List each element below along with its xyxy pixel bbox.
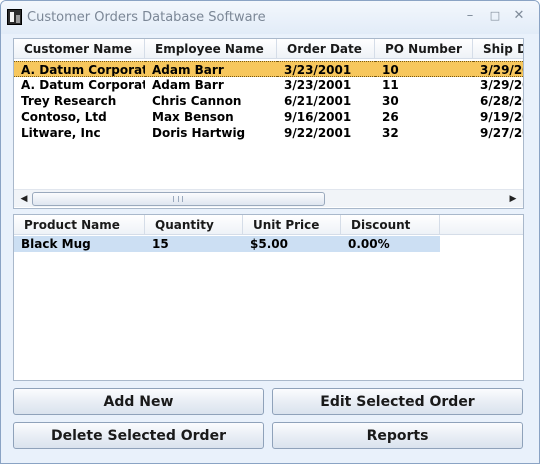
title-bar[interactable]: Customer Orders Database Software – □ ✕ [1,1,539,34]
edit-selected-order-button[interactable]: Edit Selected Order [272,388,523,415]
order-items-list[interactable]: Product Name Quantity Unit Price Discoun… [13,214,524,381]
column-header-employee-name[interactable]: Employee Name [145,39,277,59]
delete-selected-order-button[interactable]: Delete Selected Order [13,422,264,449]
cell-po-number: 32 [382,126,399,140]
cell-employee-name: Chris Cannon [152,94,242,108]
reports-button[interactable]: Reports [272,422,523,449]
cell-product-name: Black Mug [21,237,91,251]
minimize-icon[interactable]: – [461,7,479,25]
column-header-quantity[interactable]: Quantity [145,215,243,235]
column-header-ship-date[interactable]: Ship Date [473,39,523,59]
cell-order-date: 6/21/2001 [284,94,352,108]
cell-ship-date: 9/19/2001 [480,110,523,124]
column-header-customer-name[interactable]: Customer Name [14,39,145,59]
app-window: Customer Orders Database Software – □ ✕ … [0,0,540,464]
cell-employee-name: Adam Barr [145,61,277,77]
column-header-discount[interactable]: Discount [341,215,440,235]
add-new-button[interactable]: Add New [13,388,264,415]
order-items-header: Product Name Quantity Unit Price Discoun… [14,215,523,235]
table-row[interactable]: Black Mug 15 $5.00 0.00% [14,236,440,252]
cell-ship-date: 3/29/2001 [473,61,523,77]
table-row[interactable]: Trey Research Chris Cannon 6/21/2001 30 … [14,93,523,109]
cell-ship-date: 3/29/2001 [480,78,523,92]
cell-order-date: 9/16/2001 [284,110,352,124]
cell-po-number: 26 [382,110,399,124]
cell-order-date: 9/22/2001 [284,126,352,140]
cell-customer-name: Litware, Inc [21,126,101,140]
cell-ship-date: 9/27/2001 [480,126,523,140]
cell-customer-name: Contoso, Ltd [21,110,107,124]
cell-employee-name: Max Benson [152,110,234,124]
cell-employee-name: Doris Hartwig [152,126,246,140]
column-header-unit-price[interactable]: Unit Price [243,215,341,235]
cell-discount: 0.00% [348,237,390,251]
scroll-left-icon[interactable]: ◀ [18,193,30,205]
cell-order-date: 3/23/2001 [284,78,352,92]
column-header-po-number[interactable]: PO Number [375,39,473,59]
table-row[interactable]: Contoso, Ltd Max Benson 9/16/2001 26 9/1… [14,109,523,125]
cell-po-number: 10 [375,61,473,77]
cell-customer-name: A. Datum Corporation [21,78,145,92]
window-title: Customer Orders Database Software [27,10,266,25]
database-app-icon [7,9,22,25]
horizontal-scrollbar[interactable]: ◀ ▶ [14,189,523,207]
cell-unit-price: $5.00 [250,237,288,251]
cell-ship-date: 6/28/2001 [480,94,523,108]
grip-icon [173,196,183,202]
cell-quantity: 15 [152,237,169,251]
orders-header: Customer Name Employee Name Order Date P… [14,39,523,59]
cell-order-date: 3/23/2001 [277,61,375,77]
table-row[interactable]: A. Datum Corporation Adam Barr 3/23/2001… [14,61,523,77]
column-header-order-date[interactable]: Order Date [277,39,375,59]
maximize-icon[interactable]: □ [486,7,504,25]
scroll-right-icon[interactable]: ▶ [507,193,519,205]
cell-customer-name: A. Datum Corporation [14,61,145,77]
column-header-product-name[interactable]: Product Name [14,215,145,235]
cell-po-number: 30 [382,94,399,108]
scrollbar-thumb[interactable] [32,192,325,206]
close-icon[interactable]: ✕ [510,7,528,25]
table-row[interactable]: A. Datum Corporation Adam Barr 3/23/2001… [14,77,523,93]
cell-po-number: 11 [382,78,399,92]
cell-customer-name: Trey Research [21,94,117,108]
cell-employee-name: Adam Barr [152,78,224,92]
table-row[interactable]: Litware, Inc Doris Hartwig 9/22/2001 32 … [14,125,523,141]
orders-list[interactable]: Customer Name Employee Name Order Date P… [13,38,524,209]
